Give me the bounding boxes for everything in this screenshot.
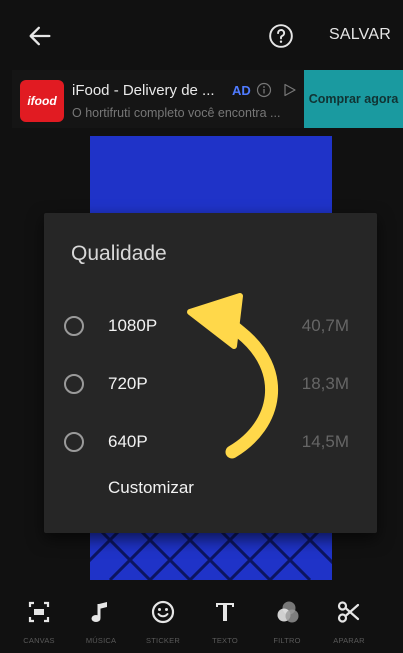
tool-trim[interactable]: APARAR xyxy=(318,590,380,653)
radio-button[interactable] xyxy=(64,316,84,336)
ad-badge: AD xyxy=(232,83,251,98)
option-size: 14,5M xyxy=(301,432,349,451)
buy-now-button[interactable]: Comprar agora xyxy=(304,70,403,128)
ifood-logo: ifood xyxy=(20,80,64,122)
smiley-icon xyxy=(151,600,175,624)
customize-button[interactable]: Customizar xyxy=(108,478,194,498)
save-button[interactable]: SALVAR xyxy=(329,26,391,44)
back-arrow-icon[interactable] xyxy=(26,22,54,50)
option-label: 1080P xyxy=(108,316,158,335)
help-icon[interactable] xyxy=(268,23,294,49)
tool-label: MÚSICA xyxy=(85,636,117,645)
option-label: 720P xyxy=(108,374,148,393)
option-size: 18,3M xyxy=(301,374,349,393)
filter-icon xyxy=(277,601,299,623)
adchoices-icon[interactable] xyxy=(282,82,298,98)
radio-button[interactable] xyxy=(64,374,84,394)
canvas-icon xyxy=(28,601,50,623)
text-icon xyxy=(216,603,234,621)
tool-filter[interactable]: FILTRO xyxy=(256,590,318,653)
tool-label: CANVAS xyxy=(23,636,55,645)
tool-sticker[interactable]: STICKER xyxy=(132,590,194,653)
ad-banner[interactable]: ifood iFood - Delivery de ... AD O horti… xyxy=(12,70,403,128)
top-bar: SALVAR xyxy=(0,0,403,70)
option-label: 640P xyxy=(108,432,148,451)
tool-label: TEXTO xyxy=(212,636,238,645)
curved-arrow-annotation xyxy=(187,293,278,459)
tool-text[interactable]: TEXTO xyxy=(194,590,256,653)
scissors-icon xyxy=(337,601,360,623)
dialog-title: Qualidade xyxy=(71,242,167,265)
tool-music[interactable]: MÚSICA xyxy=(70,590,132,653)
tool-label: STICKER xyxy=(146,636,180,645)
music-note-icon xyxy=(91,602,107,622)
ad-subtitle: O hortifruti completo você encontra ... xyxy=(72,106,281,120)
radio-button[interactable] xyxy=(64,432,84,452)
info-icon[interactable] xyxy=(256,82,272,98)
bottom-toolbar: CANVAS MÚSICA STICKER TEXTO FILTRO APARA… xyxy=(0,590,403,653)
tool-label: APARAR xyxy=(333,636,365,645)
tool-label: FILTRO xyxy=(273,636,301,645)
tool-canvas[interactable]: CANVAS xyxy=(8,590,70,653)
option-size: 40,7M xyxy=(301,316,349,335)
ad-title: iFood - Delivery de ... xyxy=(72,82,215,99)
